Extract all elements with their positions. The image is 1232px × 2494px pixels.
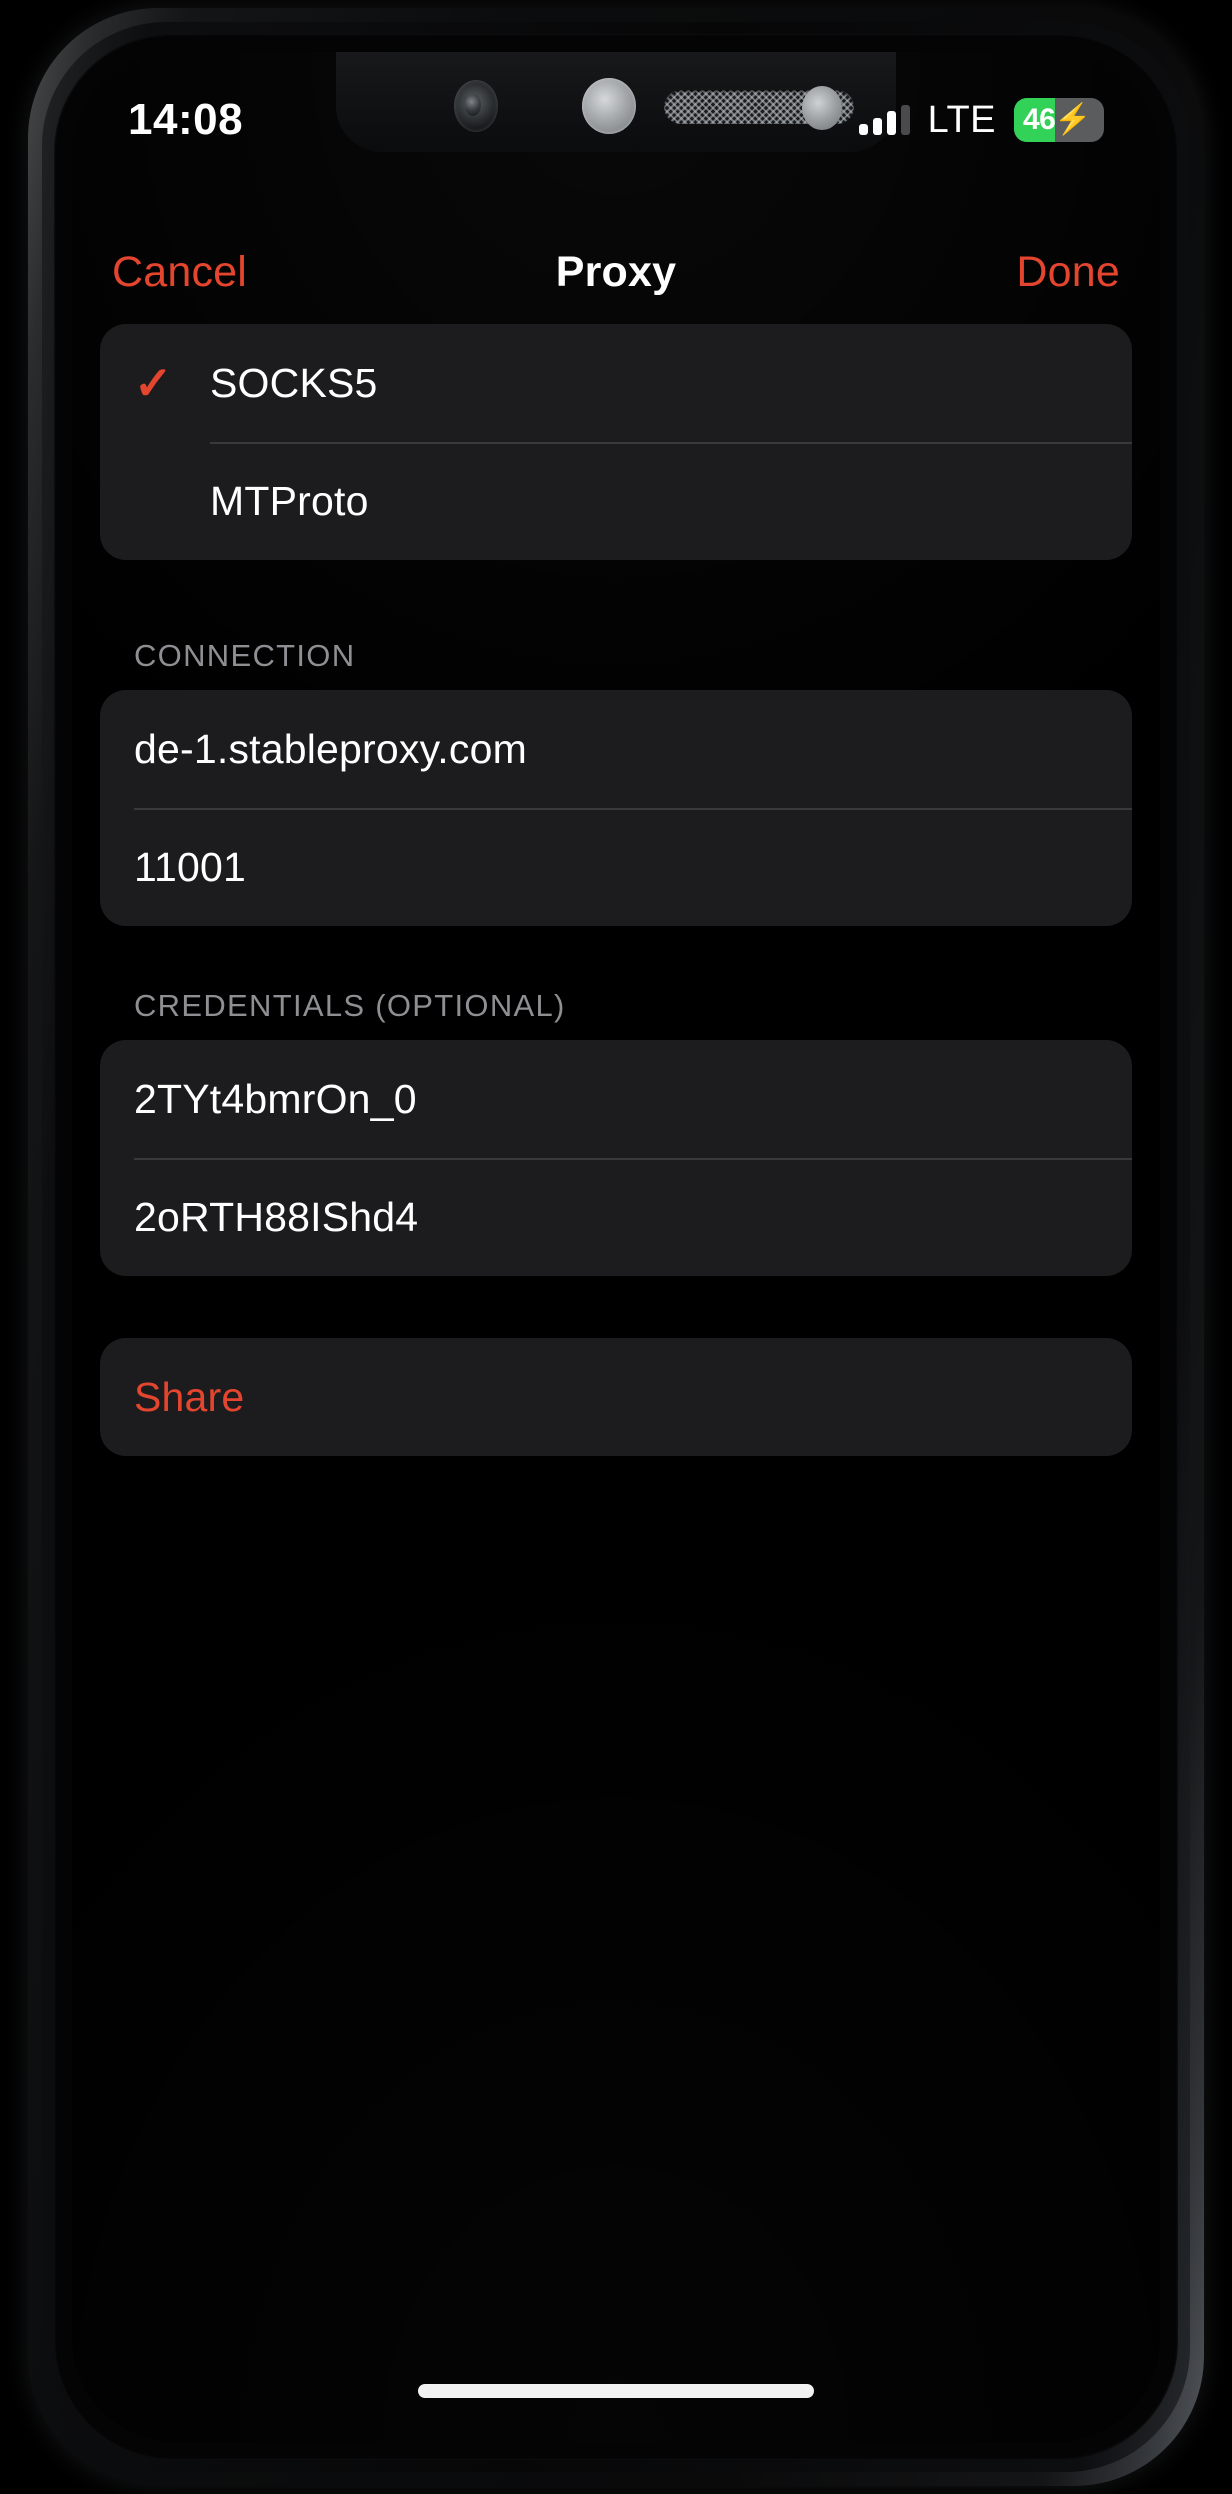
navigation-bar: Cancel Proxy Done: [72, 224, 1160, 320]
cancel-button[interactable]: Cancel: [112, 248, 247, 297]
protocol-group: ✓ SOCKS5 MTProto: [100, 324, 1132, 560]
battery-icon: 46 ⚡: [1014, 98, 1104, 142]
password-input[interactable]: [134, 1193, 1098, 1241]
protocol-option-socks5[interactable]: ✓ SOCKS5: [100, 324, 1132, 442]
phone-photo-scene: 14:08 LTE 46 ⚡ Cancel Proxy Done ✓ SOCKS…: [0, 0, 1232, 2494]
checkmark-icon-placeholder: [134, 478, 210, 524]
share-button[interactable]: Share: [100, 1338, 1132, 1456]
protocol-option-label: SOCKS5: [210, 359, 378, 406]
connection-section-header: CONNECTION: [134, 638, 356, 673]
done-button[interactable]: Done: [1016, 248, 1120, 297]
share-group: Share: [100, 1338, 1132, 1456]
status-bar: 14:08 LTE 46 ⚡: [72, 52, 1160, 162]
share-button-label: Share: [134, 1373, 245, 1420]
connection-group: [100, 690, 1132, 926]
credentials-section-header: CREDENTIALS (OPTIONAL): [134, 988, 566, 1023]
username-row[interactable]: [100, 1040, 1132, 1158]
phone-screen: 14:08 LTE 46 ⚡ Cancel Proxy Done ✓ SOCKS…: [72, 52, 1160, 2442]
server-input[interactable]: [134, 725, 1098, 773]
protocol-option-mtproto[interactable]: MTProto: [100, 442, 1132, 560]
battery-percent-label: 46: [1023, 103, 1056, 136]
status-clock: 14:08: [128, 95, 244, 144]
cellular-signal-icon: [858, 105, 910, 135]
protocol-option-label: MTProto: [210, 477, 369, 524]
home-indicator[interactable]: [418, 2384, 814, 2398]
network-type-label: LTE: [927, 98, 996, 141]
password-row[interactable]: [100, 1158, 1132, 1276]
charging-bolt-icon: ⚡: [1054, 103, 1092, 136]
port-row[interactable]: [100, 808, 1132, 926]
settings-content: ✓ SOCKS5 MTProto CONNECTION de-1.stablep…: [72, 324, 1160, 2442]
credentials-group: [100, 1040, 1132, 1276]
server-row[interactable]: [100, 690, 1132, 808]
username-input[interactable]: [134, 1075, 1098, 1123]
status-indicators: LTE 46 ⚡: [858, 98, 1104, 142]
port-input[interactable]: [134, 843, 1098, 891]
checkmark-icon: ✓: [134, 357, 173, 409]
